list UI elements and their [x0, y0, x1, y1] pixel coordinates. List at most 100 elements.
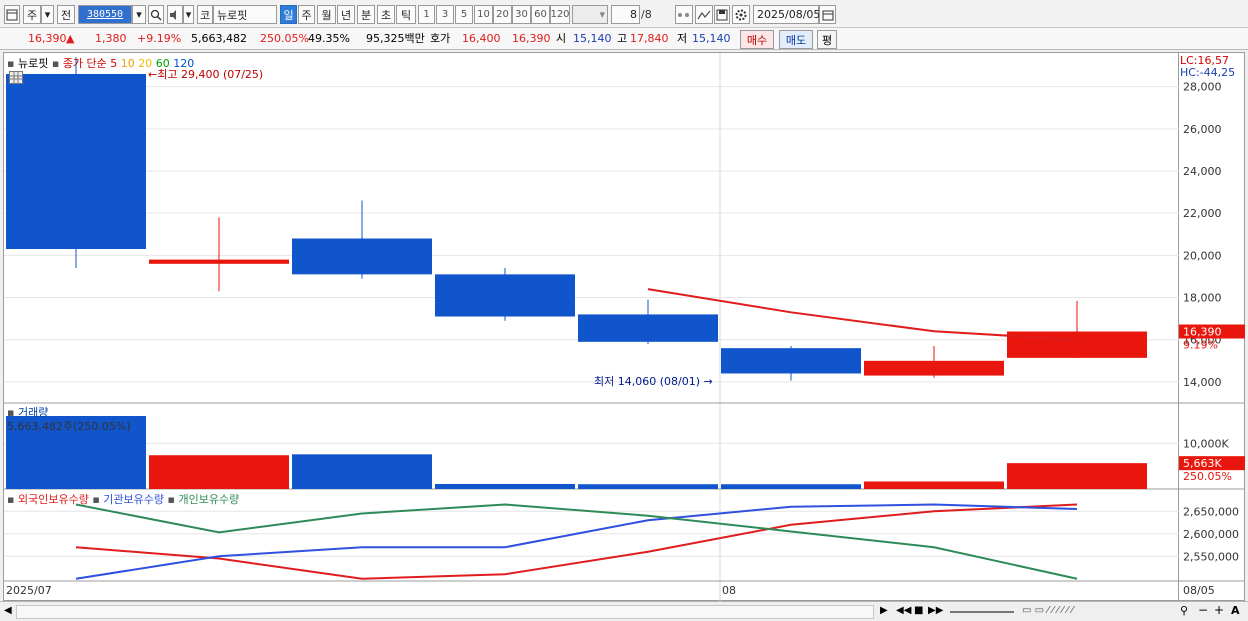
type-label: 코	[197, 5, 213, 24]
speaker-icon[interactable]	[167, 5, 183, 24]
candle-body	[578, 314, 718, 342]
low-label: 저	[677, 32, 688, 45]
volume-bar	[721, 484, 861, 489]
interval-button[interactable]: 30	[512, 5, 531, 24]
ma-label: 종가 단순	[62, 57, 107, 70]
trade-amount: 95,325백만	[366, 32, 425, 45]
interval-button[interactable]: 10	[474, 5, 493, 24]
window-layout-icon[interactable]	[4, 5, 20, 24]
zoom-slider[interactable]	[950, 611, 1014, 613]
panel-marker-icon: ▪	[167, 493, 175, 506]
date-input[interactable]: 2025/08/05	[753, 5, 820, 24]
holdings-tick-label: 2,550,000	[1183, 550, 1239, 563]
fast-forward-icon[interactable]: ▶▶	[928, 605, 943, 616]
candle-body	[6, 73, 146, 250]
main-toolbar: 주 ▾ 전 380550 ▾ ▾ 코 뉴로핏 일 주 월 년 분 초 틱 1 3…	[0, 0, 1248, 28]
buy-button[interactable]: 매수	[740, 30, 774, 49]
price-tick-label: 14,000	[1183, 376, 1222, 389]
interval-button[interactable]: 1	[418, 5, 435, 24]
volume-bar	[864, 481, 1004, 489]
panel-marker-icon: ▪	[51, 57, 60, 70]
last-price-tag-text: 16,390	[1183, 326, 1222, 339]
hc-label: HC:-44,25	[1180, 66, 1236, 79]
x-axis-mid-label: 08	[722, 584, 736, 597]
volume-bar	[1007, 463, 1147, 489]
price-tick-label: 20,000	[1183, 249, 1222, 262]
chart-canvas[interactable]	[4, 53, 1180, 602]
interval-button[interactable]: 20	[493, 5, 512, 24]
holdings-tick-label: 2,600,000	[1183, 528, 1239, 541]
chevron-down-icon[interactable]: ▾	[183, 5, 194, 24]
volume-bar	[149, 455, 289, 489]
interval-button[interactable]: 5	[455, 5, 473, 24]
panel-marker-icon: ▪	[92, 493, 100, 506]
individual-holdings-line	[75, 503, 1078, 580]
panel-marker-icon: ▪	[7, 57, 15, 70]
custom-interval-field[interactable]: ▾	[572, 5, 608, 24]
stock-name-field[interactable]: 뉴로핏	[213, 5, 277, 24]
series-institution: 기관보유수량	[103, 493, 165, 506]
chart-mode-button[interactable]: 주	[23, 5, 41, 24]
evaluate-button[interactable]: 평	[817, 30, 837, 49]
tab-period-minute[interactable]: 분	[357, 5, 375, 24]
up-arrow-icon: ▲	[66, 32, 75, 45]
candle-body	[435, 274, 575, 317]
scroll-left-icon[interactable]: ◀	[4, 605, 12, 616]
bottom-controls: ◀ ▶ ◀◀ ■ ▶▶ ▭ ▭ ⁄ ⁄ ⁄ ⁄ ⁄ ⁄ ⚲ − + A	[0, 601, 1248, 621]
chart-plot-area[interactable]: ▪ 뉴로핏 ▪ 종가 단순 5 10 20 60 120 ←최고 29,400 …	[3, 52, 1180, 602]
low-note-text: 최저 14,060 (08/01)	[594, 375, 701, 388]
search-icon[interactable]	[148, 5, 164, 24]
volume-last-tag-text: 5,663K	[1183, 457, 1222, 470]
high-label: 고	[617, 32, 628, 45]
tab-period-week[interactable]: 주	[298, 5, 315, 24]
stock-code-input[interactable]: 380550	[78, 5, 132, 24]
stop-icon[interactable]: ■	[914, 605, 923, 616]
horizontal-scrollbar[interactable]	[16, 605, 874, 619]
candle-body	[1007, 331, 1147, 358]
volume-ratio: 250.05%	[260, 32, 309, 45]
interval-button[interactable]: 60	[531, 5, 550, 24]
tab-period-day[interactable]: 일	[280, 5, 297, 24]
x-axis-start-label: 2025/07	[6, 584, 52, 597]
bid-price: 16,400	[462, 32, 501, 45]
display-count-total: /8	[641, 8, 652, 21]
table-view-icon[interactable]	[9, 71, 23, 84]
zoom-out-icon[interactable]: −	[1198, 603, 1208, 617]
previous-button[interactable]: 전	[57, 5, 75, 24]
low-annotation: 최저 14,060 (08/01) →	[594, 373, 713, 389]
scroll-right-icon[interactable]: ▶	[880, 605, 888, 616]
calendar-icon[interactable]	[819, 5, 836, 24]
series-individual: 개인보유수량	[178, 493, 240, 506]
draw-line-icon[interactable]	[695, 5, 713, 24]
rewind-icon[interactable]: ◀◀	[896, 605, 911, 616]
price-panel-name: 뉴로핏	[17, 57, 49, 70]
save-icon[interactable]	[714, 5, 730, 24]
display-count-input[interactable]: 8	[611, 5, 640, 24]
tab-period-tick[interactable]: 틱	[396, 5, 416, 24]
high-annotation: ←최고 29,400 (07/25)	[148, 66, 263, 82]
open-label: 시	[556, 32, 567, 45]
candle-body	[292, 238, 432, 275]
sell-button[interactable]: 매도	[779, 30, 813, 49]
text-tool-icon[interactable]: A	[1231, 604, 1240, 617]
crosshair-icon[interactable]	[675, 5, 693, 24]
gear-icon[interactable]	[732, 5, 750, 24]
zoom-icon[interactable]: ⚲	[1180, 604, 1188, 617]
high-price: 17,840	[630, 32, 669, 45]
interval-button[interactable]: 120	[550, 5, 570, 24]
interval-button[interactable]: 3	[436, 5, 454, 24]
volume-value: 5,663,482	[191, 32, 247, 45]
tab-period-year[interactable]: 년	[337, 5, 355, 24]
code-dropdown-icon[interactable]: ▾	[132, 5, 146, 24]
tab-period-second[interactable]: 초	[377, 5, 395, 24]
panel-marker-icon: ▪	[7, 493, 15, 506]
price-tick-label: 28,000	[1183, 81, 1222, 94]
chevron-down-icon[interactable]: ▾	[599, 8, 605, 21]
chevron-down-icon[interactable]: ▾	[41, 5, 54, 24]
candle-body	[864, 360, 1004, 376]
zoom-in-icon[interactable]: +	[1214, 603, 1224, 617]
tab-period-month[interactable]: 월	[317, 5, 336, 24]
right-arrow-icon: →	[703, 375, 713, 388]
drawing-tools-icon[interactable]: ▭ ▭ ⁄ ⁄ ⁄ ⁄ ⁄ ⁄	[1022, 605, 1172, 619]
price-change-pct: +9.19%	[137, 32, 182, 45]
